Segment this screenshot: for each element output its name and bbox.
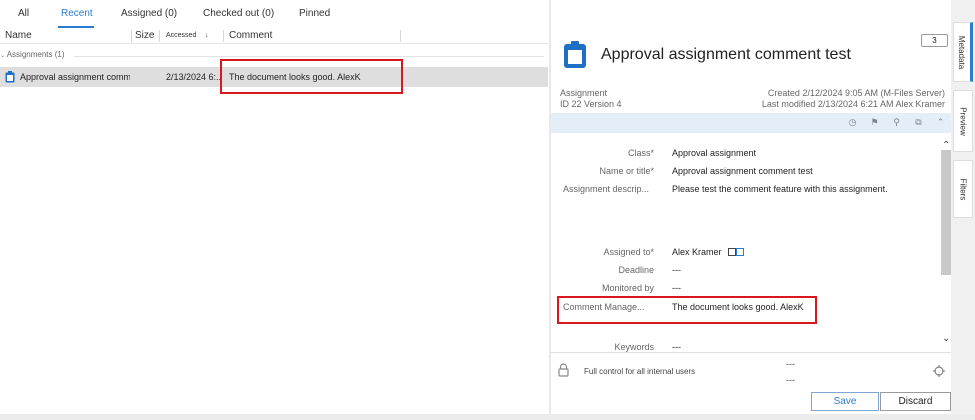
tab-metadata[interactable]: Metadata — [953, 22, 973, 82]
highlight-annotation-comment-property — [557, 296, 817, 324]
property-label-name: Name or title* — [599, 166, 654, 176]
column-separator[interactable] — [400, 30, 401, 42]
created-info: Created 2/12/2024 9:05 AM (M-Files Serve… — [767, 88, 945, 98]
property-label-keywords: Keywords — [614, 342, 654, 352]
tab-assigned[interactable]: Assigned (0) — [121, 8, 177, 19]
column-name[interactable]: Name — [5, 30, 32, 41]
column-accessed[interactable]: Accessed — [166, 32, 196, 39]
checkbox-icon[interactable] — [728, 248, 737, 256]
collapse-icon[interactable]: ⌃ — [935, 117, 946, 128]
checkbox-icon[interactable] — [736, 248, 745, 256]
pin-icon[interactable]: ⚲ — [891, 117, 902, 128]
row-name: Approval assignment comm... — [20, 72, 130, 82]
column-size[interactable]: Size — [135, 30, 154, 41]
property-value-name[interactable]: Approval assignment comment test — [672, 166, 813, 176]
list-column-header: Name Size Accessed ↓ Comment — [0, 28, 548, 44]
save-button[interactable]: Save — [811, 392, 879, 411]
lock-icon[interactable] — [558, 363, 569, 377]
property-label-class: Class* — [627, 148, 654, 158]
property-label-deadline: Deadline — [618, 265, 654, 275]
tab-filters-label: Filters — [958, 178, 968, 200]
column-separator[interactable] — [223, 30, 224, 42]
property-value-keywords[interactable]: --- — [672, 342, 681, 352]
property-value-description[interactable]: Please test the comment feature with thi… — [672, 184, 888, 194]
column-comment[interactable]: Comment — [229, 30, 272, 41]
property-label-monitored-by: Monitored by — [601, 283, 654, 293]
tab-preview[interactable]: Preview — [953, 90, 973, 152]
tab-metadata-label: Metadata — [957, 35, 967, 69]
workflow-icon[interactable] — [933, 365, 945, 377]
scrollbar-thumb[interactable] — [941, 150, 951, 275]
discard-button[interactable]: Discard — [880, 392, 951, 411]
property-value-class[interactable]: Approval assignment — [672, 148, 756, 158]
column-separator[interactable] — [159, 30, 160, 42]
group-collapse-icon[interactable]: ⌄ — [0, 53, 7, 59]
group-label: Assignments (1) — [6, 50, 65, 59]
property-value-assigned-to[interactable]: Alex Kramer — [672, 247, 745, 257]
view-tabs: All Recent Assigned (0) Checked out (0) … — [0, 0, 550, 28]
status-bar — [0, 414, 975, 420]
group-header-assignments[interactable]: ⌄ Assignments (1) — [0, 50, 65, 59]
tab-all[interactable]: All — [18, 8, 29, 19]
comments-count-button[interactable]: 3 — [921, 34, 948, 47]
object-title: Approval assignment comment test — [601, 46, 851, 63]
sort-descending-icon[interactable]: ↓ — [205, 32, 209, 39]
assignment-icon — [5, 71, 15, 83]
highlight-annotation-list-comment — [220, 59, 403, 94]
column-separator[interactable] — [131, 30, 132, 42]
last-modified-info: Last modified 2/13/2024 6:21 AM Alex Kra… — [761, 99, 945, 109]
scroll-down-icon[interactable]: ⌄ — [942, 333, 950, 344]
property-label-description: Assignment descrip... — [563, 184, 650, 194]
tab-recent[interactable]: Recent — [61, 8, 93, 19]
object-type: Assignment — [560, 88, 608, 98]
row-accessed: 2/13/2024 6:... — [166, 72, 220, 82]
workflow-state-value[interactable]: --- — [786, 375, 795, 385]
tab-preview-label: Preview — [958, 106, 968, 136]
tab-checked-out[interactable]: Checked out (0) — [203, 8, 274, 19]
tab-filters[interactable]: Filters — [953, 160, 973, 218]
copy-icon[interactable]: ⧉ — [913, 117, 924, 128]
assignment-icon — [564, 41, 586, 68]
assignee-name: Alex Kramer — [672, 247, 722, 257]
object-id-version: ID 22 Version 4 — [560, 99, 622, 109]
history-icon[interactable]: ◷ — [847, 117, 858, 128]
flag-icon[interactable]: ⚑ — [869, 117, 880, 128]
metadata-toolbar: ◷ ⚑ ⚲ ⧉ ⌃ — [551, 113, 951, 133]
group-divider — [74, 56, 544, 57]
property-value-monitored-by[interactable]: --- — [672, 283, 681, 293]
workflow-value[interactable]: --- — [786, 359, 795, 369]
divider — [551, 352, 951, 353]
tab-pinned[interactable]: Pinned — [299, 8, 330, 19]
property-value-deadline[interactable]: --- — [672, 265, 681, 275]
m-files-window: All Recent Assigned (0) Checked out (0) … — [0, 0, 975, 420]
pane-splitter[interactable] — [549, 0, 551, 420]
permissions-text[interactable]: Full control for all internal users — [584, 367, 695, 376]
property-label-assigned-to: Assigned to* — [603, 247, 654, 257]
